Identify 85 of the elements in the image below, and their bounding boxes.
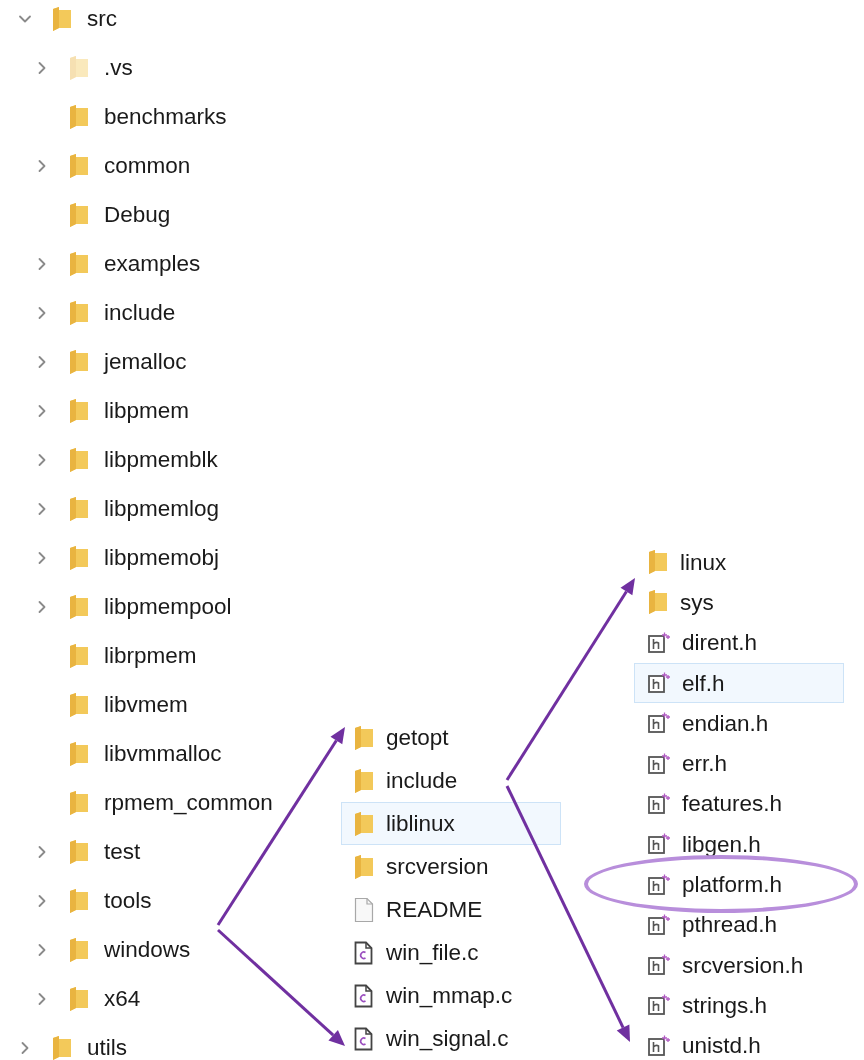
file-row[interactable]: getopt: [341, 716, 561, 759]
c-file-icon: [354, 940, 374, 965]
folder-name[interactable]: include: [104, 299, 176, 326]
file-row[interactable]: README: [341, 888, 561, 931]
folder-name[interactable]: benchmarks: [104, 103, 227, 130]
file-name: elf.h: [682, 669, 725, 697]
file-name: unistd.h: [682, 1032, 761, 1060]
file-name: win_signal.c: [386, 1025, 509, 1052]
file-icon: [354, 896, 374, 923]
header-file-icon: [648, 672, 670, 695]
folder-icon: [648, 549, 668, 576]
folder-name[interactable]: librpmem: [104, 642, 197, 669]
folder-name[interactable]: src: [87, 5, 117, 32]
file-row[interactable]: elf.h: [634, 662, 844, 704]
file-row[interactable]: liblinux: [341, 802, 561, 845]
header-file-icon: [648, 1034, 670, 1057]
file-name: win_file.c: [386, 939, 479, 966]
file-name: dirent.h: [682, 629, 758, 657]
header-file-icon: [648, 913, 670, 936]
file-row[interactable]: win_mmap.c: [341, 974, 561, 1017]
file-row[interactable]: include: [341, 759, 561, 802]
file-name: platform.h: [682, 871, 783, 898]
header-file-icon: [648, 712, 670, 735]
file-name: liblinux: [386, 810, 455, 837]
file-name: features.h: [682, 790, 783, 818]
file-row[interactable]: strings.h: [634, 985, 844, 1026]
file-row[interactable]: win_signal.c: [341, 1017, 561, 1060]
folder-name[interactable]: libvmmalloc: [104, 740, 222, 767]
file-name: pthread.h: [682, 911, 778, 939]
file-name: README: [386, 896, 483, 923]
folder-name[interactable]: libpmempool: [104, 593, 232, 620]
file-row[interactable]: unistd.h: [634, 1025, 844, 1060]
file-row[interactable]: err.h: [634, 743, 844, 784]
file-name: libgen.h: [682, 830, 761, 858]
header-file-icon: [648, 833, 670, 856]
folder-name[interactable]: test: [104, 838, 141, 865]
c-file-icon: [354, 983, 374, 1008]
header-file-icon: [648, 954, 670, 977]
folder-icon: [354, 810, 374, 837]
folder-name[interactable]: rpmem_common: [104, 789, 273, 816]
folder-name[interactable]: libvmem: [104, 691, 188, 718]
header-file-icon: [648, 631, 670, 654]
folder-name[interactable]: common: [104, 152, 191, 179]
header-file-icon: [648, 792, 670, 815]
file-row[interactable]: libgen.h: [634, 824, 844, 865]
file-name: err.h: [682, 750, 728, 778]
folder-name[interactable]: x64: [104, 985, 141, 1012]
file-name: srcversion: [386, 853, 489, 880]
file-row[interactable]: sys: [634, 582, 844, 623]
folder-name[interactable]: Debug: [104, 201, 171, 228]
file-name: sys: [680, 588, 714, 616]
header-file-icon: [648, 873, 670, 896]
folder-name[interactable]: libpmem: [104, 397, 190, 424]
folder-name[interactable]: jemalloc: [104, 348, 187, 375]
header-file-icon: [648, 752, 670, 775]
file-row[interactable]: endian.h: [634, 703, 844, 744]
file-name: include: [386, 767, 458, 794]
file-name: linux: [680, 548, 727, 576]
file-name: srcversion.h: [682, 951, 804, 979]
folder-name[interactable]: libpmemlog: [104, 495, 220, 522]
folder-name[interactable]: examples: [104, 250, 201, 277]
file-row[interactable]: features.h: [634, 783, 844, 825]
file-row[interactable]: srcversion.h: [634, 944, 844, 986]
file-row[interactable]: dirent.h: [634, 622, 844, 663]
file-row[interactable]: pthread.h: [634, 904, 844, 945]
file-name: endian.h: [682, 709, 769, 737]
c-file-icon: [354, 1026, 374, 1051]
file-row[interactable]: linux: [634, 542, 844, 583]
folder-name[interactable]: windows: [104, 936, 191, 963]
folder-icon: [354, 853, 374, 880]
file-name: win_mmap.c: [386, 982, 513, 1009]
file-row[interactable]: platform.h: [634, 864, 844, 905]
folder-icon: [354, 767, 374, 794]
folder-name[interactable]: utils: [87, 1034, 127, 1060]
file-row[interactable]: srcversion: [341, 845, 561, 888]
file-name: getopt: [386, 724, 449, 751]
folder-name[interactable]: tools: [104, 887, 152, 914]
folder-icon: [354, 724, 374, 751]
header-file-icon: [648, 994, 670, 1017]
file-row[interactable]: win_file.c: [341, 931, 561, 974]
file-name: strings.h: [682, 991, 768, 1019]
folder-icon: [648, 589, 668, 616]
folder-name[interactable]: libpmemobj: [104, 544, 220, 571]
folder-name[interactable]: libpmemblk: [104, 446, 218, 473]
folder-name[interactable]: .vs: [104, 54, 133, 81]
